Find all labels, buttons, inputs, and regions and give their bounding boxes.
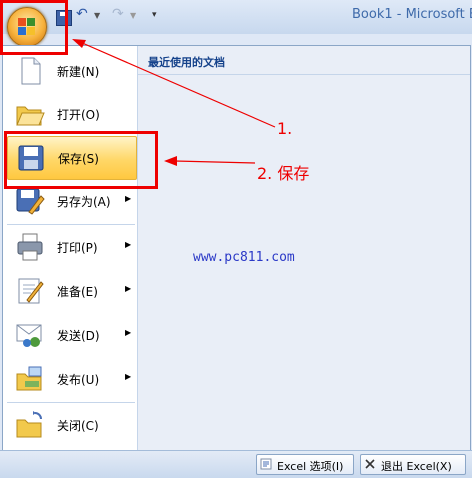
submenu-arrow-icon: ▶ xyxy=(125,194,132,203)
recent-documents-header: 最近使用的文档 xyxy=(138,46,470,75)
menu-commands: 新建(N) 打开(O) 保存(S) 另存为(A) ▶ 打印(P) ▶ 准备(E)… xyxy=(3,46,138,451)
submenu-arrow-icon: ▶ xyxy=(125,284,132,293)
menu-item-label: 打开(O) xyxy=(57,108,100,122)
menu-divider xyxy=(7,224,135,225)
menu-item-send[interactable]: 发送(D) ▶ xyxy=(7,314,135,356)
prepare-icon xyxy=(18,278,44,304)
menu-item-label: 准备(E) xyxy=(57,285,98,299)
menu-item-label: 另存为(A) xyxy=(57,195,111,209)
recent-documents-panel: 最近使用的文档 xyxy=(138,46,470,451)
printer-icon xyxy=(17,233,43,261)
new-document-icon xyxy=(21,57,41,85)
submenu-arrow-icon: ▶ xyxy=(125,328,132,337)
submenu-arrow-icon: ▶ xyxy=(125,372,132,381)
options-icon xyxy=(260,458,272,470)
menu-item-label: 打印(P) xyxy=(57,241,98,255)
menu-item-label: 发送(D) xyxy=(57,329,100,343)
menu-item-new[interactable]: 新建(N) xyxy=(7,50,135,92)
excel-options-label: Excel 选项(I) xyxy=(277,460,344,473)
save-as-icon xyxy=(16,188,45,215)
window-title: Book1 - Microsoft E xyxy=(352,7,472,22)
menu-item-label: 新建(N) xyxy=(57,65,100,79)
annotation-step1: 1. xyxy=(277,119,293,138)
customize-icon[interactable]: ▾ xyxy=(152,10,157,28)
undo-dropdown-icon[interactable]: ▼ xyxy=(94,11,100,29)
exit-excel-label: 退出 Excel(X) xyxy=(381,460,452,473)
recent-documents-title: 最近使用的文档 xyxy=(148,56,225,69)
menu-item-label: 关闭(C) xyxy=(57,419,99,433)
menu-item-prepare[interactable]: 准备(E) ▶ xyxy=(7,270,135,312)
close-icon xyxy=(365,459,375,469)
redo-dropdown-icon[interactable]: ▼ xyxy=(130,11,136,29)
office-menu: 新建(N) 打开(O) 保存(S) 另存为(A) ▶ 打印(P) ▶ 准备(E)… xyxy=(2,45,471,452)
close-folder-icon xyxy=(16,411,42,438)
watermark-text: www.pc811.com xyxy=(193,250,295,265)
undo-icon[interactable]: ↶ xyxy=(76,6,88,24)
title-bar: Book1 - Microsoft E ↶ ▼ ↷ ▼ ▾ xyxy=(0,0,472,34)
exit-excel-button[interactable]: 退出 Excel(X) xyxy=(360,454,466,475)
annotation-step2: 2. 保存 xyxy=(257,164,310,183)
office-button-highlight-box xyxy=(0,0,68,55)
menu-item-label: 发布(U) xyxy=(57,373,100,387)
publish-icon xyxy=(16,366,42,391)
open-folder-icon xyxy=(16,106,45,126)
menu-item-open[interactable]: 打开(O) xyxy=(7,93,135,135)
menu-divider xyxy=(7,402,135,403)
save-highlight-box xyxy=(4,131,158,189)
excel-options-button[interactable]: Excel 选项(I) xyxy=(256,454,354,475)
submenu-arrow-icon: ▶ xyxy=(125,240,132,249)
redo-icon[interactable]: ↷ xyxy=(112,6,124,24)
send-icon xyxy=(16,324,42,347)
menu-item-close[interactable]: 关闭(C) xyxy=(7,404,135,446)
menu-item-publish[interactable]: 发布(U) ▶ xyxy=(7,358,135,400)
menu-item-print[interactable]: 打印(P) ▶ xyxy=(7,226,135,268)
menu-footer: Excel 选项(I) 退出 Excel(X) xyxy=(0,450,472,478)
